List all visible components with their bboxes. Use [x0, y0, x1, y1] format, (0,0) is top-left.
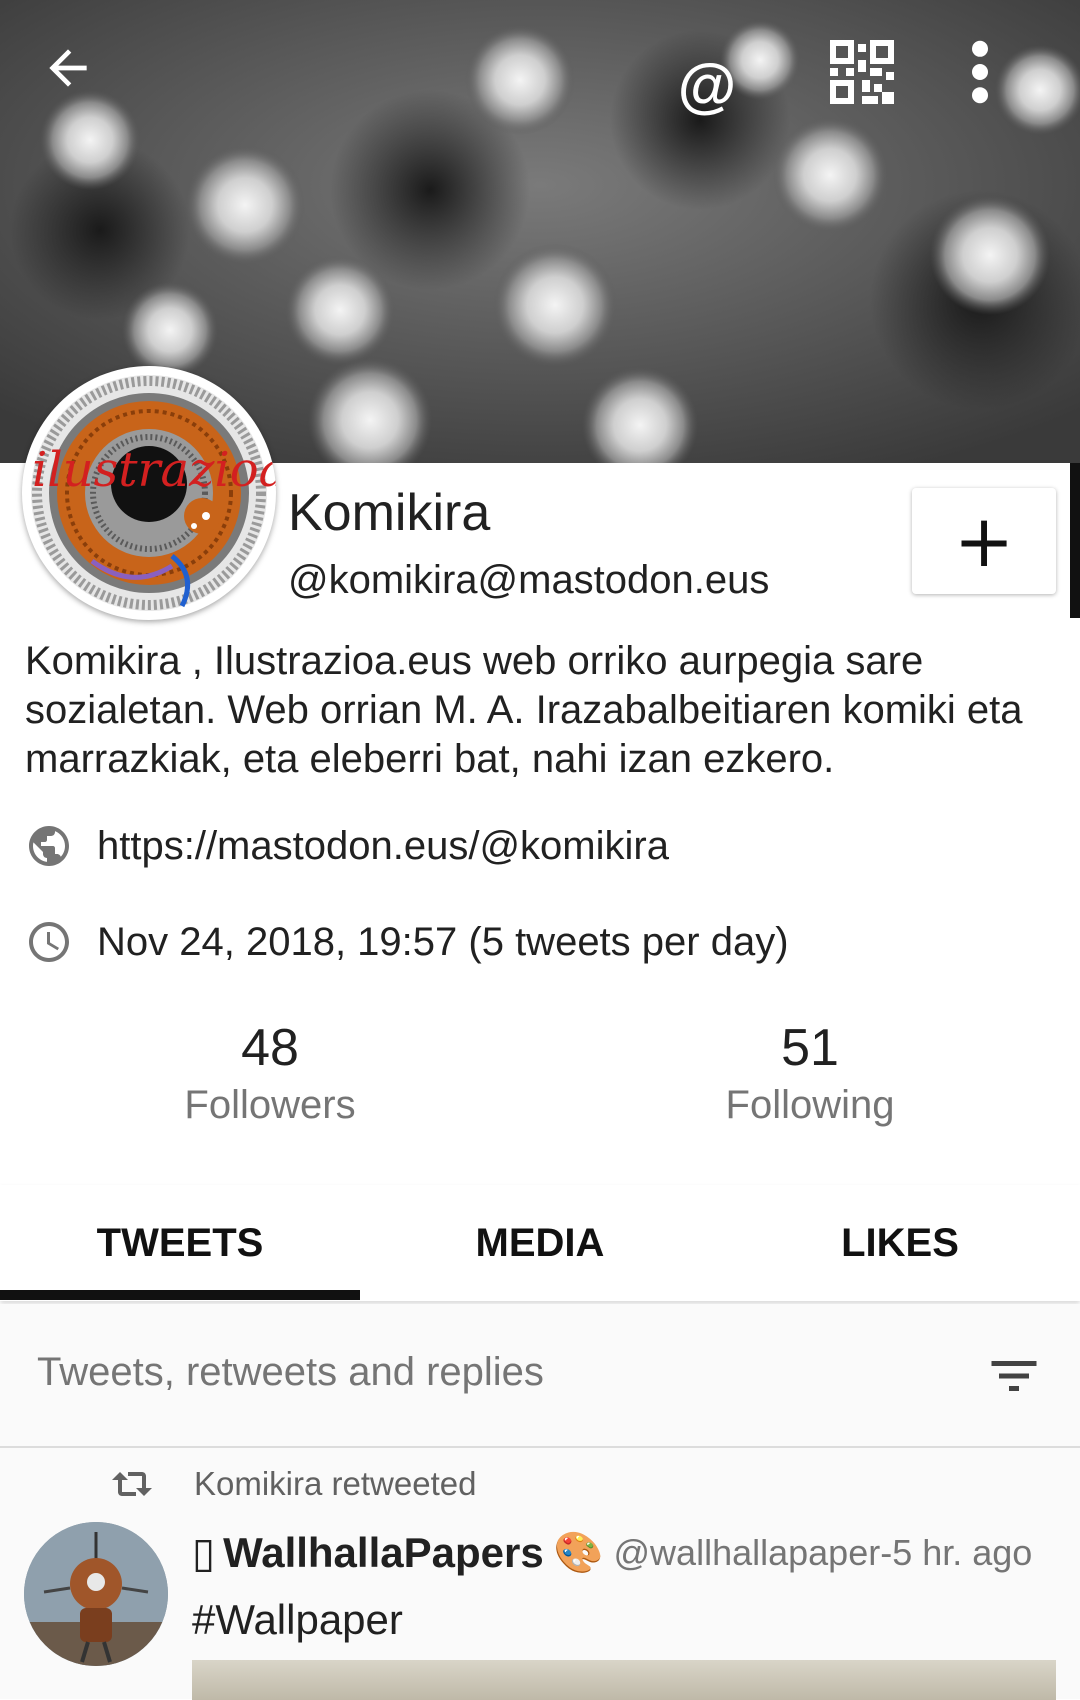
- avatar-logo-text: ilustrazioa: [32, 442, 276, 498]
- account-handle: @komikira@mastodon.eus: [288, 558, 770, 602]
- following-stat[interactable]: 51 Following: [650, 1018, 970, 1130]
- palette-emoji-icon: 🎨: [553, 1531, 604, 1575]
- timeline-feed: Komikira retweeted ▯ WallhallaPapers 🎨 @…: [0, 1448, 1080, 1700]
- clock-icon: [29, 922, 69, 962]
- qr-code-icon: [830, 40, 894, 104]
- following-label: Following: [725, 1083, 895, 1127]
- followers-count: 48: [241, 1019, 299, 1077]
- tweet-text: #Wallpaper: [192, 1596, 403, 1643]
- tweet-author-avatar[interactable]: [24, 1522, 168, 1666]
- follow-button[interactable]: +: [912, 488, 1056, 594]
- joined-date-row: Nov 24, 2018, 19:57 (5 tweets per day): [25, 918, 789, 966]
- display-name: Komikira: [288, 484, 491, 542]
- tweet-name-prefix: ▯: [192, 1529, 216, 1576]
- retweet-indicator: Komikira retweeted: [108, 1464, 476, 1504]
- retweet-icon: [112, 1472, 152, 1496]
- plus-icon: +: [953, 499, 1015, 583]
- timeline-filter-bar[interactable]: Tweets, retweets and replies: [0, 1304, 1080, 1448]
- tweet-header: ▯ WallhallaPapers 🎨 @wallhallapaper-5 hr…: [192, 1528, 1032, 1577]
- tab-likes[interactable]: LIKES: [720, 1185, 1080, 1301]
- tab-tweets[interactable]: TWEETS: [0, 1185, 360, 1301]
- robot-avatar-image: [24, 1522, 168, 1666]
- qr-code-button[interactable]: [830, 40, 920, 130]
- joined-date: Nov 24, 2018, 19:57 (5 tweets per day): [97, 920, 789, 964]
- active-tab-indicator: [0, 1290, 360, 1300]
- mention-button[interactable]: @: [662, 40, 752, 130]
- globe-icon: [29, 826, 69, 866]
- profile-url[interactable]: https://mastodon.eus/@komikira: [97, 822, 669, 870]
- profile-bio: Komikira , Ilustrazioa.eus web orriko au…: [25, 639, 1023, 781]
- more-options-button[interactable]: [968, 40, 1058, 130]
- tweet-author-handle: @wallhallapaper-5 hr. ago: [613, 1531, 1033, 1573]
- following-count: 51: [781, 1019, 839, 1077]
- arrow-left-icon: [49, 49, 87, 87]
- scroll-edge: [1070, 463, 1080, 618]
- at-sign-icon: @: [677, 51, 737, 119]
- more-vert-icon: [972, 40, 988, 104]
- followers-label: Followers: [184, 1083, 356, 1127]
- back-button[interactable]: [40, 40, 130, 130]
- tab-media[interactable]: MEDIA: [360, 1185, 720, 1301]
- timeline-filter-label: Tweets, retweets and replies: [37, 1350, 544, 1394]
- filter-list-icon[interactable]: [982, 1346, 1046, 1406]
- profile-tabs: TWEETS MEDIA LIKES: [0, 1185, 1080, 1301]
- profile-url-row[interactable]: https://mastodon.eus/@komikira: [25, 822, 669, 870]
- tweet-author-name[interactable]: WallhallaPapers: [223, 1529, 544, 1577]
- avatar-logo: ilustrazioa: [31, 375, 276, 611]
- tweet-media-image[interactable]: [192, 1660, 1056, 1700]
- profile-avatar[interactable]: ilustrazioa: [22, 366, 276, 620]
- followers-stat[interactable]: 48 Followers: [110, 1018, 430, 1130]
- retweet-text: Komikira retweeted: [194, 1465, 477, 1502]
